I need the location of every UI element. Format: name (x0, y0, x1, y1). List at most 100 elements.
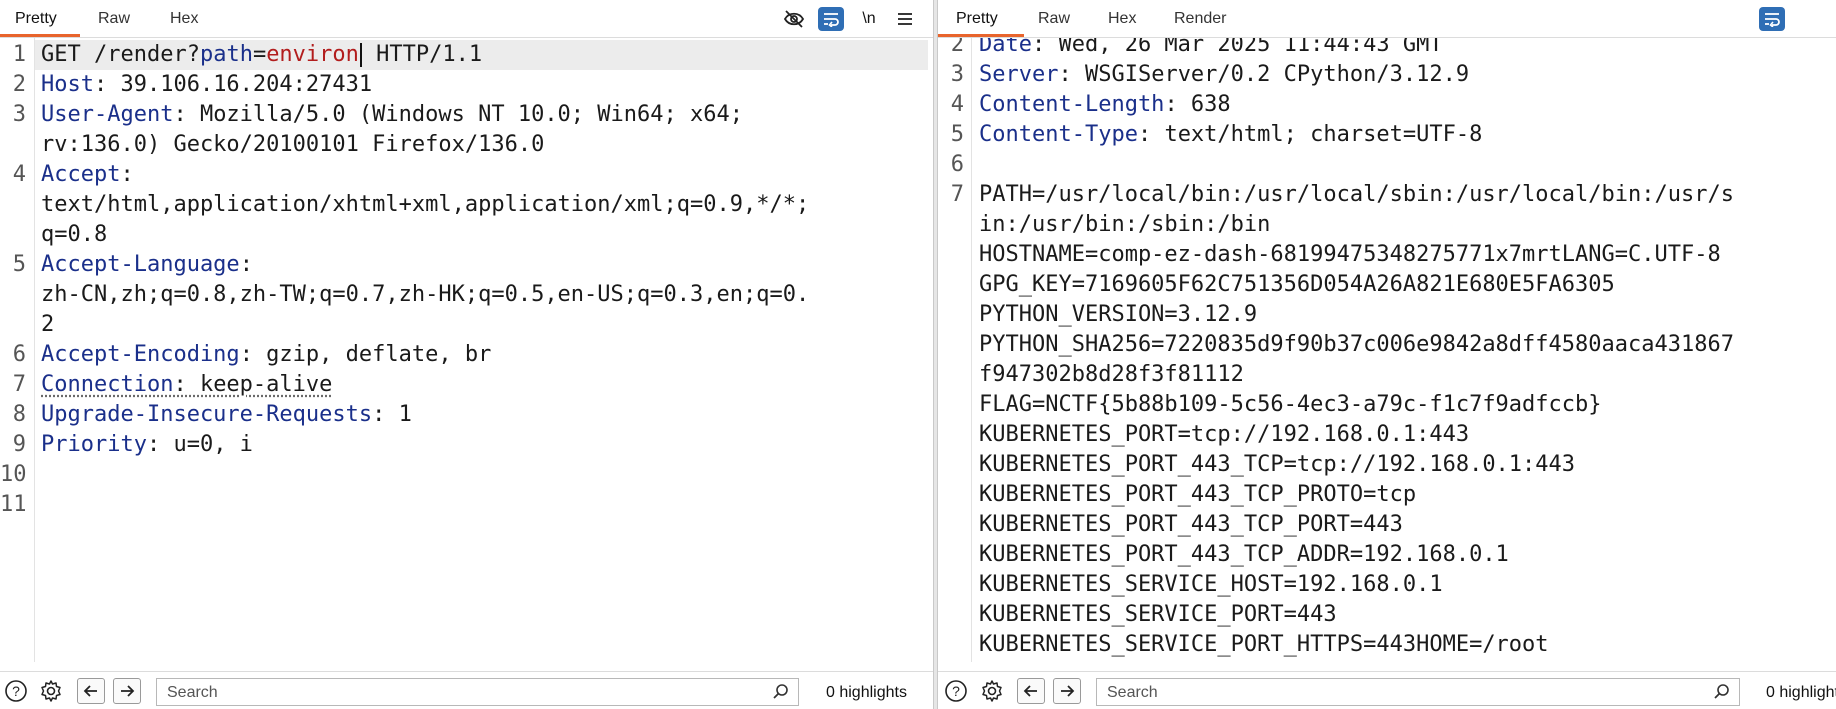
code-token: environ (266, 42, 359, 67)
line-text: GPG_KEY=7169605F62C751356D054A26A821E680… (979, 270, 1615, 300)
word-wrap-toggle[interactable] (818, 7, 844, 31)
header-name: Server (979, 62, 1059, 87)
arrow-left-icon (1023, 685, 1037, 697)
line-text: PATH=/usr/local/bin:/usr/local/sbin:/usr… (979, 180, 1734, 210)
code-line: KUBERNETES_PORT=tcp://192.168.0.1:443 (938, 420, 1836, 450)
request-tab-raw[interactable]: Raw (98, 10, 130, 28)
code-line: KUBERNETES_SERVICE_PORT=443 (938, 600, 1836, 630)
code-line: 4 Content-Length: 638 (938, 90, 1836, 120)
response-editor[interactable]: 2 Date: Wed, 26 Mar 2025 11:44:43 GMT 3 Ser… (938, 38, 1836, 662)
code-line: 8 Upgrade-Insecure-Requests: 1 (0, 400, 933, 430)
next-match-button[interactable] (1053, 678, 1081, 704)
response-tab-render[interactable]: Render (1174, 10, 1226, 28)
line-text: KUBERNETES_PORT_443_TCP_PORT=443 (979, 510, 1403, 540)
line-text: Priority: u=0, i (41, 430, 253, 460)
line-text: KUBERNETES_PORT=tcp://192.168.0.1:443 (979, 420, 1469, 450)
header-name: Content-Type (979, 122, 1138, 147)
line-text: f947302b8d28f3f81112 (979, 360, 1244, 390)
line-number: 4 (950, 92, 964, 117)
line-number: 10 (0, 462, 27, 487)
svg-text:?: ? (952, 683, 960, 699)
code-line: 2 Date: Wed, 26 Mar 2025 11:44:43 GMT (938, 38, 1836, 60)
line-text: 2 (41, 310, 54, 340)
code-token: PYTHON_SHA256=7220835d9f90b37c006e9842a8… (979, 332, 1734, 357)
help-button[interactable]: ? (943, 678, 969, 704)
response-pane: Pretty Raw Hex Render 2 Date: Wed, 26 Mar… (938, 0, 1836, 709)
code-line: 2 (0, 310, 933, 340)
code-token: : (239, 252, 253, 277)
next-match-button[interactable] (113, 678, 141, 704)
line-text: KUBERNETES_PORT_443_TCP=tcp://192.168.0.… (979, 450, 1575, 480)
help-icon: ? (5, 680, 27, 702)
line-text: Date: Wed, 26 Mar 2025 11:44:43 GMT (979, 38, 1443, 60)
previous-match-button[interactable] (77, 678, 105, 704)
line-text: Accept-Language: (41, 250, 253, 280)
code-token: : WSGIServer/0.2 CPython/3.12.9 (1058, 62, 1470, 87)
response-tab-pretty[interactable]: Pretty (956, 10, 998, 28)
code-line: KUBERNETES_PORT_443_TCP_ADDR=192.168.0.1 (938, 540, 1836, 570)
line-text: GET /render?path=environ HTTP/1.1 (41, 40, 482, 70)
code-line: 6 Accept-Encoding: gzip, deflate, br (0, 340, 933, 370)
line-text: KUBERNETES_SERVICE_PORT_HTTPS=443HOME=/r… (979, 630, 1549, 660)
active-tab-indicator (0, 34, 80, 37)
line-text: FLAG=NCTF{5b88b109-5c56-4ec3-a79c-f1c7f9… (979, 390, 1602, 420)
code-token: KUBERNETES_PORT_443_TCP_ADDR=192.168.0.1 (979, 542, 1509, 567)
header-name: Date (979, 38, 1032, 57)
show-newlines-toggle[interactable]: \n (856, 7, 882, 31)
active-tab-indicator (938, 34, 1024, 37)
line-text: zh-CN,zh;q=0.8,zh-TW;q=0.7,zh-HK;q=0.5,e… (41, 280, 809, 310)
highlights-count: 0 highlights (1766, 684, 1836, 701)
code-token: : (120, 162, 134, 187)
settings-button[interactable] (38, 678, 64, 704)
request-tab-hex[interactable]: Hex (170, 10, 198, 28)
code-token: : gzip, deflate, br (239, 342, 492, 367)
search-input[interactable] (165, 683, 682, 703)
wrap-icon (824, 13, 839, 27)
line-text: in:/usr/bin:/sbin:/bin (979, 210, 1270, 240)
code-line: 3 User-Agent: Mozilla/5.0 (Windows NT 10.… (0, 100, 933, 130)
line-text: KUBERNETES_SERVICE_PORT=443 (979, 600, 1337, 630)
previous-match-button[interactable] (1017, 678, 1045, 704)
line-text: Connection: keep-alive (41, 370, 332, 400)
code-token: rv:136.0) Gecko/20100101 Firefox/136.0 (41, 132, 545, 157)
response-tab-raw[interactable]: Raw (1038, 10, 1070, 28)
line-text: Upgrade-Insecure-Requests: 1 (41, 400, 412, 430)
gear-icon (982, 680, 1002, 702)
highlights-count: 0 highlights (826, 684, 907, 701)
code-line: 6 (938, 150, 1836, 180)
header-name: Accept (41, 162, 121, 187)
search-field[interactable] (156, 678, 799, 706)
line-text: KUBERNETES_PORT_443_TCP_ADDR=192.168.0.1 (979, 540, 1509, 570)
header-name: Priority (41, 432, 147, 457)
code-token: : u=0, i (146, 432, 253, 457)
settings-button[interactable] (979, 678, 1005, 704)
code-token: : Wed, 26 Mar 2025 11:44:43 GMT (1031, 38, 1443, 57)
search-input[interactable] (1105, 683, 1623, 703)
line-text: User-Agent: Mozilla/5.0 (Windows NT 10.0… (41, 100, 743, 130)
text-cursor (359, 43, 362, 67)
response-tab-hex[interactable]: Hex (1108, 10, 1136, 28)
code-line: KUBERNETES_PORT_443_TCP_PORT=443 (938, 510, 1836, 540)
request-pane: Pretty Raw Hex \n 1 GET /render?path=env… (0, 0, 933, 709)
arrow-left-icon (83, 685, 97, 697)
response-search-bar: ? 0 highlights (938, 671, 1836, 709)
header-name: Upgrade-Insecure-Requests (41, 402, 373, 427)
code-token: f947302b8d28f3f81112 (979, 362, 1244, 387)
help-button[interactable]: ? (3, 678, 29, 704)
request-search-bar: ? 0 highlights (0, 671, 933, 709)
line-number: 2 (950, 38, 964, 57)
code-token: = (252, 42, 267, 67)
search-field[interactable] (1096, 678, 1740, 706)
code-token: HTTP/1.1 (362, 42, 483, 67)
code-line: FLAG=NCTF{5b88b109-5c56-4ec3-a79c-f1c7f9… (938, 390, 1836, 420)
arrow-right-icon (1061, 685, 1075, 697)
code-line: PYTHON_VERSION=3.12.9 (938, 300, 1836, 330)
header-name: Accept-Language (41, 252, 240, 277)
options-menu-button[interactable] (892, 7, 918, 31)
word-wrap-toggle[interactable] (1759, 7, 1785, 31)
hide-non-printable-toggle[interactable] (781, 7, 807, 31)
request-editor[interactable]: 1 GET /render?path=environ HTTP/1.1 2 Host:… (0, 38, 933, 662)
code-line: 1 GET /render?path=environ HTTP/1.1 (13, 40, 928, 70)
request-tab-pretty[interactable]: Pretty (15, 10, 57, 28)
code-token: : 638 (1164, 92, 1231, 117)
